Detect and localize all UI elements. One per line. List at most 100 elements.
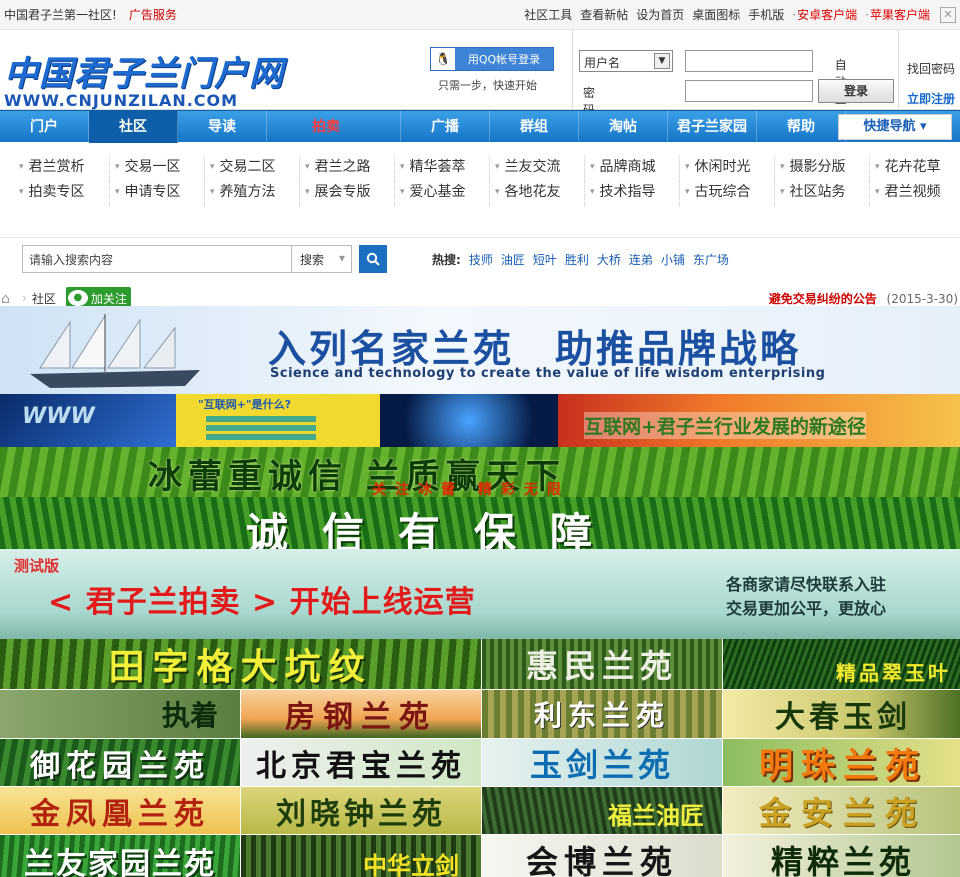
vendor-ad-tile[interactable]: 刘晓钟兰苑: [241, 787, 481, 834]
vendor-ad-tile[interactable]: 房钢兰苑: [241, 690, 481, 738]
section-link[interactable]: 交易二区: [204, 156, 299, 181]
ios-client-link[interactable]: 苹果客户端: [865, 6, 930, 23]
section-link[interactable]: 交易一区: [109, 156, 204, 181]
section-link[interactable]: 展会专版: [299, 181, 394, 206]
section-link[interactable]: 古玩综合: [679, 181, 774, 206]
section-link[interactable]: 君兰赏析: [14, 156, 109, 181]
hot-keyword[interactable]: 大桥: [597, 251, 621, 268]
vendor-ad-tile[interactable]: 大春玉剑: [723, 690, 960, 738]
ad-service-link[interactable]: 广告服务: [129, 6, 177, 23]
announcement-link[interactable]: 避免交易纠纷的公告: [769, 292, 877, 306]
section-link[interactable]: 兰友交流: [489, 156, 584, 181]
vendor-ad-tile[interactable]: 利东兰苑: [482, 690, 722, 738]
section-link[interactable]: 养殖方法: [204, 181, 299, 206]
section-link[interactable]: 社区站务: [774, 181, 869, 206]
section-link[interactable]: 摄影分版: [774, 156, 869, 181]
nav-broadcast[interactable]: 广播: [401, 110, 490, 143]
vendor-ad-tile[interactable]: 会博兰苑: [482, 835, 722, 877]
close-icon[interactable]: ✕: [940, 7, 956, 23]
forum-sections: 君兰赏析 交易一区 交易二区 君兰之路 精华荟萃 兰友交流 品牌商城 休闲时光 …: [0, 142, 960, 238]
section-link[interactable]: 花卉花草: [869, 156, 960, 181]
beta-label: 测试版: [14, 557, 60, 575]
username-type-select[interactable]: 用户名 ▼: [579, 50, 673, 72]
search-icon: [366, 252, 380, 266]
banner-internet-plus[interactable]: WWW "互联网+"是什么? 互联网+君子兰行业发展的新途径: [0, 394, 960, 447]
vendor-ad-tile[interactable]: 玉剑兰苑: [482, 739, 722, 786]
nav-collections[interactable]: 淘帖: [579, 110, 668, 143]
flower-image: 互联网+君子兰行业发展的新途径: [558, 394, 960, 447]
section-link[interactable]: 休闲时光: [679, 156, 774, 181]
vendor-ad-tile[interactable]: 中华立剑: [241, 835, 481, 877]
qq-login-button[interactable]: 🐧 用QQ帐号登录: [430, 47, 554, 71]
home-icon[interactable]: ⌂: [1, 291, 17, 307]
vendor-ad-tile[interactable]: 惠民兰苑: [482, 639, 722, 689]
hot-keyword[interactable]: 胜利: [565, 251, 589, 268]
login-form: 用户名▼ 密码 自动登录 登录: [572, 30, 894, 123]
banner-subtitle: Science and technology to create the val…: [270, 366, 826, 381]
vendor-ad-tile[interactable]: 执着: [0, 690, 240, 738]
vendor-ad-tile[interactable]: 金安兰苑: [723, 787, 960, 834]
desktop-icon-link[interactable]: 桌面图标: [692, 6, 740, 23]
vendor-ad-tile[interactable]: 兰友家园兰苑: [0, 835, 240, 877]
banner-auction-launch[interactable]: 测试版 < 君子兰拍卖 > 开始上线运营 各商家请尽快联系入驻 交易更加公平，更…: [0, 549, 960, 639]
nav-guide[interactable]: 导读: [178, 110, 267, 143]
search-button[interactable]: [359, 245, 387, 273]
vendor-ad-tile[interactable]: 福兰油匠: [482, 787, 722, 834]
header: 中国君子兰门户网 WWW.CNJUNZILAN.COM 🐧 用QQ帐号登录 只需…: [0, 30, 960, 123]
section-link[interactable]: 技术指导: [584, 181, 679, 206]
section-link[interactable]: 申请专区: [109, 181, 204, 206]
nav-home-garden[interactable]: 君子兰家园: [668, 110, 757, 143]
community-tools-link[interactable]: 社区工具: [524, 6, 572, 23]
hot-keyword[interactable]: 油匠: [501, 251, 525, 268]
top-bar: 中国君子兰第一社区! 广告服务 社区工具 查看新帖 设为首页 桌面图标 手机版 …: [0, 0, 960, 30]
section-link[interactable]: 品牌商城: [584, 156, 679, 181]
nav-auction[interactable]: 拍卖: [312, 110, 401, 143]
section-link[interactable]: 拍卖专区: [14, 181, 109, 206]
forgot-password-link[interactable]: 找回密码: [907, 54, 955, 84]
vendor-ad-tile[interactable]: 御花园兰苑: [0, 739, 240, 786]
login-button[interactable]: 登录: [818, 79, 894, 103]
account-links: 找回密码 立即注册: [898, 30, 955, 110]
nav-portal[interactable]: 门户: [0, 110, 89, 143]
vendor-ad-tile[interactable]: 精粹兰苑: [723, 835, 960, 877]
vendor-ad-grid: 田字格大坑纹 惠民兰苑 精品翠玉叶 执着 房钢兰苑 利东兰苑 大春玉剑 御花园兰…: [0, 639, 960, 877]
sailing-ship-image: [30, 314, 200, 388]
new-posts-link[interactable]: 查看新帖: [580, 6, 628, 23]
section-link[interactable]: 各地花友: [489, 181, 584, 206]
section-link[interactable]: 君兰视频: [869, 181, 960, 206]
breadcrumb-community[interactable]: 社区: [32, 290, 56, 307]
section-link[interactable]: 精华荟萃: [394, 156, 489, 181]
hot-keyword[interactable]: 技师: [469, 251, 493, 268]
qq-icon: 🐧: [431, 48, 455, 70]
section-link[interactable]: 君兰之路: [299, 156, 394, 181]
nav-community[interactable]: 社区: [89, 110, 178, 143]
username-input[interactable]: [685, 50, 813, 72]
nav-groups[interactable]: 群组: [490, 110, 579, 143]
nav-help[interactable]: 帮助: [757, 110, 846, 143]
hot-keyword[interactable]: 东广场: [693, 251, 729, 268]
quick-nav-button[interactable]: 快捷导航 ▾: [838, 114, 952, 140]
vendor-ad-tile[interactable]: 田字格大坑纹: [0, 639, 481, 689]
password-input[interactable]: [685, 80, 813, 102]
banner-binglei[interactable]: 冰蕾重诚信 兰质赢天下 关注冰蕾 精彩无限: [0, 447, 960, 497]
hot-keyword[interactable]: 连弟: [629, 251, 653, 268]
set-homepage-link[interactable]: 设为首页: [636, 6, 684, 23]
search-scope-select[interactable]: 搜索: [292, 245, 352, 273]
search-input[interactable]: 请输入搜索内容: [22, 245, 292, 273]
android-client-link[interactable]: 安卓客户端: [792, 6, 857, 23]
vendor-ad-tile[interactable]: 精品翠玉叶: [723, 639, 960, 689]
banner-brand-strategy[interactable]: 入列名家兰苑 助推品牌战略 Science and technology to …: [0, 306, 960, 394]
banner-integrity[interactable]: 诚信有保障: [0, 497, 960, 549]
hot-keyword[interactable]: 小铺: [661, 251, 685, 268]
vendor-ad-tile[interactable]: 金凤凰兰苑: [0, 787, 240, 834]
announcement: 避免交易纠纷的公告 (2015-3-30): [769, 290, 958, 307]
hot-keyword[interactable]: 短叶: [533, 251, 557, 268]
site-logo[interactable]: 中国君子兰门户网 WWW.CNJUNZILAN.COM: [4, 46, 284, 110]
section-link[interactable]: 爱心基金: [394, 181, 489, 206]
vendor-ad-tile[interactable]: 北京君宝兰苑: [241, 739, 481, 786]
site-tagline: 中国君子兰第一社区!: [4, 8, 117, 22]
hot-searches: 热搜: 技师 油匠 短叶 胜利 大桥 连弟 小铺 东广场: [432, 251, 729, 268]
mobile-link[interactable]: 手机版: [748, 6, 784, 23]
vendor-ad-tile[interactable]: 明珠兰苑: [723, 739, 960, 786]
qq-login: 🐧 用QQ帐号登录 只需一步，快速开始: [430, 47, 554, 93]
